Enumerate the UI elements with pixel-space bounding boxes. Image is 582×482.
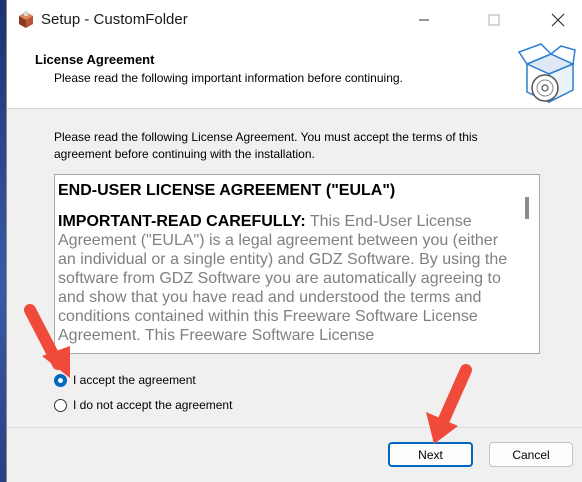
decline-option[interactable]: I do not accept the agreement <box>54 395 232 415</box>
setup-app-icon <box>19 11 33 28</box>
maximize-button[interactable] <box>471 0 517 40</box>
accept-label: I accept the agreement <box>73 373 196 387</box>
intro-text: Please read the following License Agreem… <box>54 130 478 161</box>
minimize-icon <box>419 19 429 21</box>
next-button[interactable]: Next <box>388 442 473 467</box>
license-content: END-USER LICENSE AGREEMENT ("EULA") IMPO… <box>58 182 518 345</box>
page-title: License Agreement <box>35 52 155 67</box>
window-title: Setup - CustomFolder <box>41 11 188 28</box>
setup-window: Setup - CustomFolder License Agreement P… <box>6 0 582 482</box>
license-paragraph: This End-User License Agreement ("EULA")… <box>58 213 508 344</box>
wizard-header: License Agreement Please read the follow… <box>7 40 582 109</box>
accept-option[interactable]: I accept the agreement <box>54 370 196 390</box>
license-text-area[interactable]: END-USER LICENSE AGREEMENT ("EULA") IMPO… <box>54 174 540 354</box>
license-body: IMPORTANT-READ CAREFULLY: This End-User … <box>58 212 518 345</box>
software-box-icon <box>517 43 576 104</box>
license-lead: IMPORTANT-READ CAREFULLY: <box>58 213 306 230</box>
page-subtitle: Please read the following important info… <box>54 71 403 85</box>
accept-radio[interactable] <box>54 373 67 387</box>
close-icon <box>551 13 565 27</box>
license-scrollbar[interactable] <box>525 197 529 219</box>
cancel-button[interactable]: Cancel <box>489 442 573 467</box>
decline-radio[interactable] <box>54 398 67 412</box>
license-heading: END-USER LICENSE AGREEMENT ("EULA") <box>58 182 396 199</box>
minimize-button[interactable] <box>401 0 447 40</box>
footer-divider <box>7 427 582 428</box>
maximize-icon <box>488 14 500 26</box>
decline-label: I do not accept the agreement <box>73 398 233 412</box>
close-button[interactable] <box>535 0 581 40</box>
title-bar[interactable]: Setup - CustomFolder <box>7 0 582 40</box>
